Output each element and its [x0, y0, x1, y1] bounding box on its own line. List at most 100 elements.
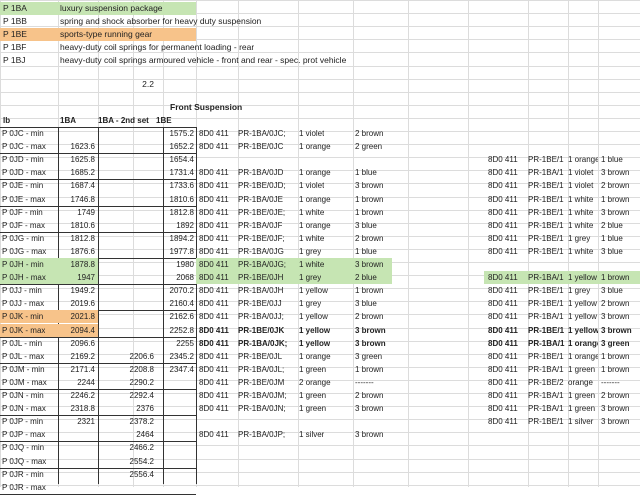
value-1ba — [58, 127, 95, 140]
value-1be — [163, 455, 194, 468]
rear-pr-code: PR-1BE/1 — [528, 286, 564, 296]
value-1ba-2nd-set: 2378.2 — [129, 417, 154, 427]
part-number: 8D0 411 — [199, 377, 229, 387]
spring-quantity-color: 1 violet — [299, 181, 325, 191]
spring-quantity-color: 1 yellow — [299, 338, 331, 348]
value-1ba: 1812.8 — [70, 233, 95, 243]
value-1be — [163, 441, 194, 454]
rear-part-number: 8D0 411 — [488, 377, 518, 387]
rear-color-code: 3 brown — [601, 325, 632, 335]
value-1ba: 2169.2 — [70, 351, 95, 361]
rear-quantity-color: 1 white — [568, 220, 594, 230]
row-label: P 0JN - max — [2, 404, 46, 414]
spring-color-code: 3 blue — [355, 299, 377, 309]
spring-color-code: 3 brown — [355, 325, 386, 335]
value-1be: 1575.2 — [169, 129, 194, 138]
row-label: P 0JE - min — [2, 181, 44, 191]
pr-code: PR-1BE/0JH — [238, 273, 284, 283]
pr-code: PR-1BE/0JJ — [238, 299, 282, 309]
row-label: P 0JD - max — [2, 168, 46, 178]
part-number: 8D0 411 — [199, 220, 229, 230]
rear-part-number: 8D0 411 — [488, 404, 518, 414]
value-1be — [163, 389, 194, 402]
value-1be: 1652.2 — [169, 142, 194, 152]
value-1ba: 1749 — [77, 207, 95, 217]
value-1ba — [58, 455, 95, 468]
rear-pr-code: PR-1BE/1 — [528, 325, 565, 335]
spring-quantity-color: 1 green — [299, 364, 327, 374]
value-1ba: 1687.4 — [70, 181, 95, 191]
rear-part-number: 8D0 411 — [488, 181, 518, 191]
spring-quantity-color: 1 white — [299, 207, 325, 217]
rear-pr-code — [528, 258, 566, 271]
row-label: P 0JP - min — [2, 417, 44, 427]
legend-description: luxury suspension package — [60, 3, 163, 13]
value-1ba: 2244 — [77, 377, 95, 387]
grid-row-line — [0, 91, 640, 93]
rear-color-code: 3 brown — [601, 404, 630, 414]
spring-quantity-color: 1 violet — [299, 129, 325, 138]
rear-pr-code: PR-1BE/1 — [528, 181, 564, 191]
grid-col-line — [408, 0, 409, 487]
spring-color-code: 2 brown — [355, 391, 384, 400]
value-1ba: 1623.6 — [70, 142, 95, 152]
value-1ba: 1746.8 — [70, 194, 95, 204]
value-1ba — [58, 441, 95, 454]
rear-pr-code — [528, 481, 566, 494]
row-label: P 0JK - min — [2, 312, 44, 322]
rear-pr-code: PR-1BA/1 — [528, 168, 564, 178]
row-label: P 0JQ - max — [2, 456, 47, 466]
rear-pr-code — [528, 468, 566, 481]
value-1ba: 1685.2 — [70, 168, 95, 178]
value-1be: 2255 — [176, 338, 194, 348]
value-1be: 2345.2 — [169, 351, 194, 361]
value-1ba-2nd-set: 2206.6 — [129, 351, 154, 361]
value-1ba-2nd-set — [98, 297, 154, 310]
value-1ba: 1947 — [77, 273, 95, 283]
spring-quantity-color: 1 yellow — [299, 312, 328, 322]
rear-quantity-color: 1 grey — [568, 286, 591, 296]
rear-color-code: 3 brown — [601, 417, 630, 427]
rear-color-code: 1 brown — [601, 364, 630, 374]
value-1ba: 2171.4 — [70, 364, 95, 374]
row-label: P 0JM - max — [2, 377, 47, 387]
rear-color-code: 2 brown — [601, 299, 630, 309]
rear-pr-code — [528, 140, 566, 153]
rear-quantity-color — [568, 455, 598, 468]
rear-pr-code: PR-1BA/1 — [528, 273, 564, 283]
rear-pr-code: PR-1BE/1 — [528, 194, 564, 204]
grid-col-line — [353, 0, 354, 487]
rear-pr-code: PR-1BE/1 — [528, 233, 564, 243]
rear-color-code: 1 brown — [601, 273, 630, 283]
value-1be: 1812.8 — [169, 207, 194, 217]
row-label: P 0JG - max — [2, 246, 47, 256]
section-title: Front Suspension — [170, 102, 243, 112]
rear-part-number: 8D0 411 — [488, 351, 518, 361]
rear-color-code: 1 blue — [601, 233, 623, 243]
part-number: 8D0 411 — [199, 312, 229, 322]
value-1ba — [58, 468, 95, 481]
rear-pr-code: PR-1BA/1 — [528, 391, 564, 400]
rear-quantity-color: orange — [568, 377, 593, 387]
rear-color-code: 2 brown — [601, 181, 630, 191]
rear-part-number: 8D0 411 — [488, 273, 518, 283]
value-1be: 1733.6 — [169, 181, 194, 191]
spring-quantity-color: 1 grey — [299, 299, 322, 309]
part-number: 8D0 411 — [199, 233, 229, 243]
spring-quantity-color: 1 grey — [299, 273, 322, 283]
value-1ba-2nd-set: 2208.8 — [129, 364, 154, 374]
part-number: 8D0 411 — [199, 181, 229, 191]
row-label: P 0JD - min — [2, 155, 44, 165]
spring-color-code: 3 brown — [355, 260, 384, 269]
value-1ba-2nd-set — [98, 232, 154, 245]
rear-pr-code: PR-1BE/1 — [528, 417, 564, 427]
rear-quantity-color: 1 yellow — [568, 312, 597, 322]
rear-pr-code: PR-1BE/1 — [528, 220, 564, 230]
rear-quantity-color: 1 green — [568, 391, 596, 400]
rear-color-code: 1 brown — [601, 351, 630, 361]
spring-quantity-color: 1 orange — [299, 351, 331, 361]
column-border — [196, 127, 197, 484]
spring-quantity-color: 1 silver — [299, 430, 325, 440]
value-1be: 1894.2 — [169, 233, 194, 243]
spring-color-code: 3 green — [355, 351, 383, 361]
